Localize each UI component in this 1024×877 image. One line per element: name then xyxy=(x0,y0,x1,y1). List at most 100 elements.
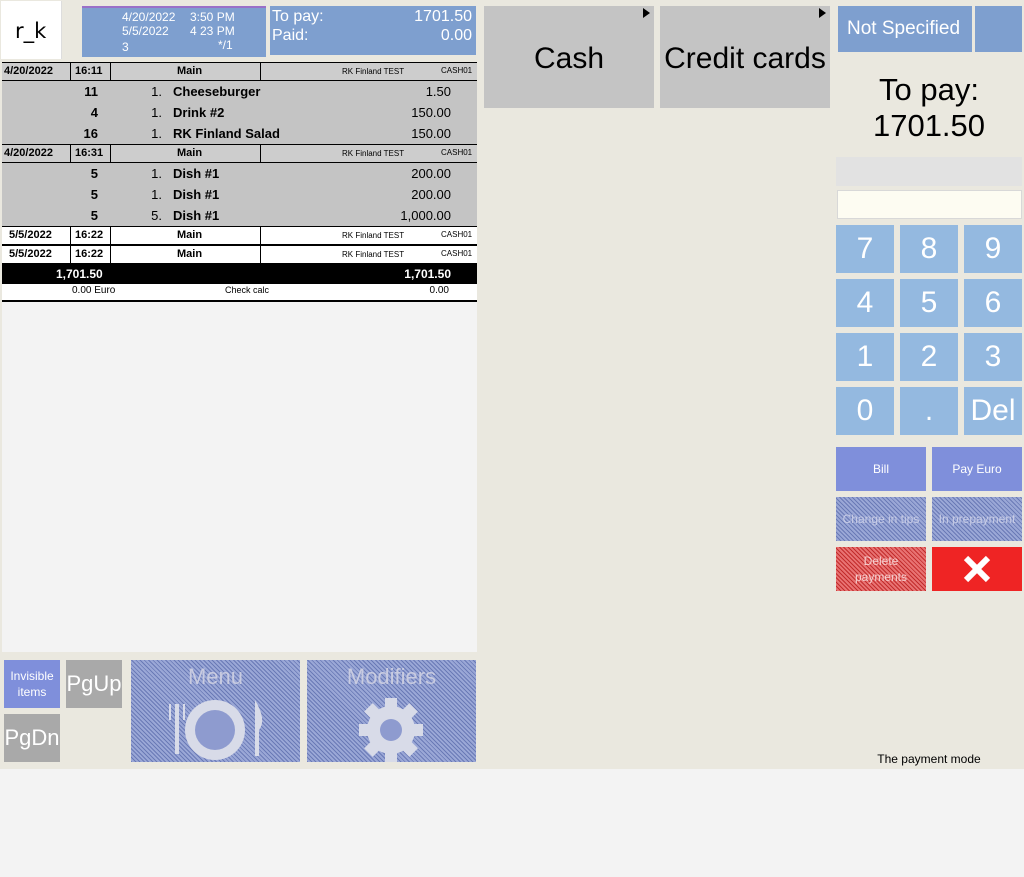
right-to-pay-value: 1701.50 xyxy=(872,108,986,143)
group-time: 16:22 xyxy=(75,248,104,260)
amount-input[interactable] xyxy=(837,190,1022,219)
group-restaurant: RK Finland TEST xyxy=(342,250,405,259)
item-name: Dish #1 xyxy=(173,208,220,223)
item-code: 11 xyxy=(84,84,98,99)
item-price: 1.50 xyxy=(425,84,451,99)
current-time: 4 23 PM xyxy=(190,24,235,38)
rkeeper-logo: r_k xyxy=(1,1,62,59)
key-1[interactable]: 1 xyxy=(836,333,894,381)
plate-cutlery-icon xyxy=(169,700,263,760)
key-2[interactable]: 2 xyxy=(900,333,958,381)
group-station: CASH01 xyxy=(441,230,473,239)
key-5[interactable]: 5 xyxy=(900,279,958,327)
group-date: 4/20/2022 xyxy=(4,147,53,159)
group-date: 5/5/2022 xyxy=(9,229,52,241)
item-name: Drink #2 xyxy=(173,105,225,120)
group-restaurant: RK Finland TEST xyxy=(342,149,405,158)
cash-button[interactable]: Cash xyxy=(484,6,654,108)
currency-selector[interactable]: Not Specified xyxy=(838,6,972,52)
submenu-arrow-icon xyxy=(819,8,826,18)
item-code: 4 xyxy=(90,105,98,120)
order-item[interactable]: 16 1. RK Finland Salad 150.00 xyxy=(2,123,477,144)
key-3[interactable]: 3 xyxy=(964,333,1022,381)
pay-euro-button[interactable]: Pay Euro xyxy=(932,447,1022,491)
bill-button[interactable]: Bill xyxy=(836,447,926,491)
key-8[interactable]: 8 xyxy=(900,225,958,273)
key-delete[interactable]: Del xyxy=(964,387,1022,435)
check-calc-row: 0.00 Euro Check calc 0.00 xyxy=(2,284,477,302)
item-code: 5 xyxy=(90,208,98,223)
order-list[interactable]: 4/20/2022 16:11 Main RK Finland TEST CAS… xyxy=(2,62,477,652)
right-to-pay: To pay: 1701.50 xyxy=(836,72,1022,144)
cancel-button[interactable] xyxy=(932,547,1022,591)
currency-label: Not Specified xyxy=(847,18,961,39)
key-7[interactable]: 7 xyxy=(836,225,894,273)
calc-label: Check calc xyxy=(225,285,270,295)
item-name: RK Finland Salad xyxy=(173,126,280,141)
order-item[interactable]: 11 1. Cheeseburger 1.50 xyxy=(2,81,477,102)
key-4[interactable]: 4 xyxy=(836,279,894,327)
item-price: 1,000.00 xyxy=(400,208,451,223)
calc-value: 0.00 xyxy=(429,285,449,296)
open-time: 3:50 PM xyxy=(190,10,235,24)
total-left: 1,701.50 xyxy=(56,267,103,281)
item-qty: 1. xyxy=(151,166,162,181)
key-0[interactable]: 0 xyxy=(836,387,894,435)
order-group-items: 5 1. Dish #1 200.00 5 1. Dish #1 200.00 … xyxy=(2,163,477,226)
key-decimal[interactable]: . xyxy=(900,387,958,435)
group-date: 4/20/2022 xyxy=(4,65,53,77)
credit-cards-button[interactable]: Credit cards xyxy=(660,6,830,108)
payment-mode-label: The payment mode xyxy=(877,752,981,766)
item-code: 16 xyxy=(83,126,98,141)
key-6[interactable]: 6 xyxy=(964,279,1022,327)
close-icon xyxy=(963,555,991,583)
item-code: 5 xyxy=(90,187,98,202)
page-down-button[interactable]: PgDn xyxy=(4,714,60,762)
item-qty: 1. xyxy=(151,126,162,141)
order-group-header: 4/20/2022 16:31 Main RK Finland TEST CAS… xyxy=(2,144,477,163)
submenu-arrow-icon xyxy=(643,8,650,18)
currency-extra-button[interactable] xyxy=(975,6,1022,52)
group-place: Main xyxy=(177,147,203,159)
item-code: 5 xyxy=(90,166,98,181)
menu-button[interactable]: Menu xyxy=(131,660,300,762)
current-date: 5/5/2022 xyxy=(122,24,169,38)
paid-label: Paid: xyxy=(272,27,309,44)
cash-label: Cash xyxy=(533,42,605,75)
item-name: Dish #1 xyxy=(173,187,220,202)
in-prepayment-button[interactable]: In prepayment xyxy=(932,497,1022,541)
group-place: Main xyxy=(177,65,203,77)
order-total-row: 1,701.50 1,701.50 xyxy=(2,264,477,284)
right-to-pay-label: To pay: xyxy=(879,72,979,107)
item-name: Cheeseburger xyxy=(173,84,261,99)
group-place: Main xyxy=(177,248,203,260)
invisible-items-button[interactable]: Invisible items xyxy=(4,660,60,708)
delete-payments-button[interactable]: Delete payments xyxy=(836,547,926,591)
page-up-button[interactable]: PgUp xyxy=(66,660,122,708)
item-price: 200.00 xyxy=(411,187,451,202)
change-in-tips-button[interactable]: Change in tips xyxy=(836,497,926,541)
order-group-header: 4/20/2022 16:11 Main RK Finland TEST CAS… xyxy=(2,62,477,81)
group-place: Main xyxy=(177,229,203,241)
credit-cards-label: Credit cards xyxy=(664,42,826,75)
order-item[interactable]: 5 5. Dish #1 1,000.00 xyxy=(2,205,477,226)
order-info-panel: 4/20/2022 3:50 PM 5/5/2022 4 23 PM 3 */1 xyxy=(82,6,266,57)
item-price: 200.00 xyxy=(411,166,451,181)
to-pay-value: 1701.50 xyxy=(414,8,472,25)
to-pay-label: To pay: xyxy=(272,8,324,25)
order-item[interactable]: 5 1. Dish #1 200.00 xyxy=(2,184,477,205)
order-item[interactable]: 4 1. Drink #2 150.00 xyxy=(2,102,477,123)
menu-label: Menu xyxy=(187,664,244,689)
guest-count: 3 xyxy=(122,40,129,54)
group-station: CASH01 xyxy=(441,66,473,75)
order-group-items: 11 1. Cheeseburger 1.50 4 1. Drink #2 15… xyxy=(2,81,477,144)
modifiers-button[interactable]: Modifiers xyxy=(307,660,476,762)
calc-amount: 0.00 Euro xyxy=(72,285,116,296)
group-date: 5/5/2022 xyxy=(9,248,52,260)
key-9[interactable]: 9 xyxy=(964,225,1022,273)
group-station: CASH01 xyxy=(441,148,473,157)
order-item[interactable]: 5 1. Dish #1 200.00 xyxy=(2,163,477,184)
open-date: 4/20/2022 xyxy=(122,10,176,24)
group-time: 16:31 xyxy=(75,147,104,159)
logo-text: r_k xyxy=(15,19,47,43)
